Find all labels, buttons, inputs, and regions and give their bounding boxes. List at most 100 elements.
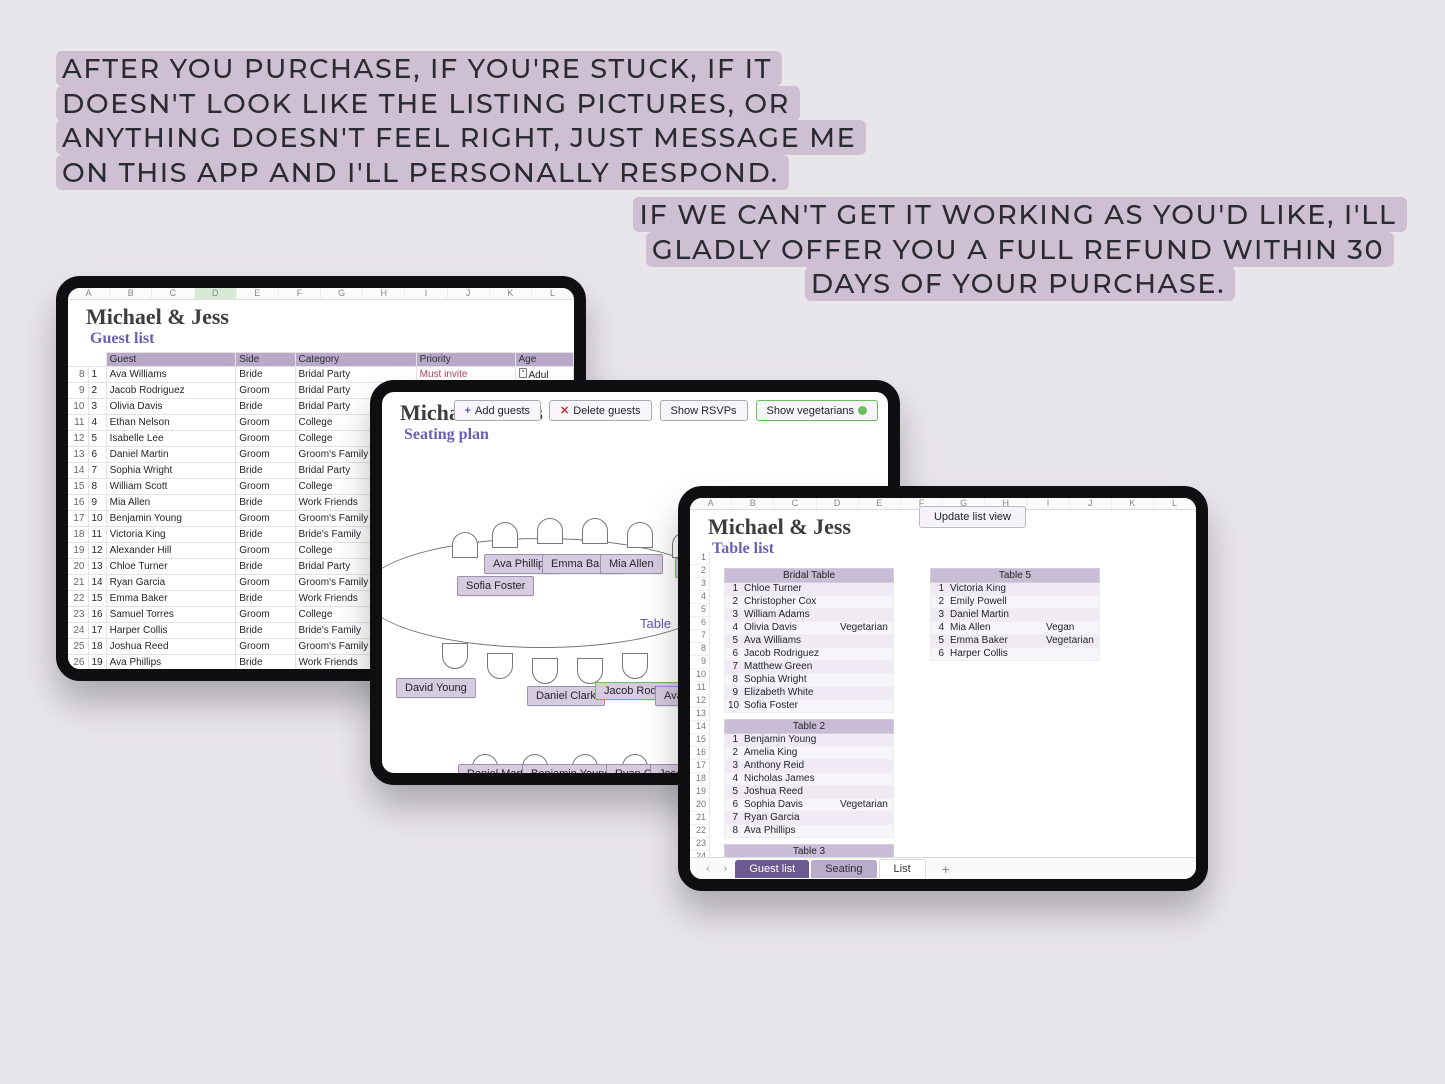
tab-list[interactable]: List	[879, 859, 926, 878]
chair-icon[interactable]	[492, 522, 518, 548]
seat-name[interactable]: Elizabeth White	[741, 687, 837, 700]
table-row[interactable]: 6Jacob Rodriguez	[724, 648, 894, 661]
table-row[interactable]: 6Sophia DavisVegetarian	[724, 799, 894, 812]
guest-side[interactable]: Bride	[236, 591, 295, 607]
seat-name[interactable]: Emily Powell	[947, 596, 1043, 609]
chair-icon[interactable]	[622, 653, 648, 679]
guest-side[interactable]: Groom	[236, 383, 295, 399]
seat-name[interactable]: Amelia King	[741, 747, 837, 760]
guest-side[interactable]: Groom	[236, 607, 295, 623]
tab-guest-list[interactable]: Guest list	[735, 860, 809, 878]
seat-name[interactable]: Daniel Martin	[947, 609, 1043, 622]
guest-side[interactable]: Bride	[236, 367, 295, 383]
seat-diet[interactable]	[837, 661, 893, 674]
guest-name[interactable]: Chloe Turner	[106, 559, 236, 575]
guest-side[interactable]: Bride	[236, 463, 295, 479]
seat-name[interactable]: Ryan Garcia	[741, 812, 837, 825]
table-row[interactable]: 10Sofia Foster	[724, 700, 894, 713]
table-row[interactable]: 8Ava Phillips	[724, 825, 894, 838]
guest-name[interactable]: Ava Williams	[106, 367, 236, 383]
seat-name[interactable]: William Adams	[741, 609, 837, 622]
seat-diet[interactable]	[837, 885, 893, 891]
guest-name[interactable]: Daniel Martin	[106, 447, 236, 463]
seat-name[interactable]: Sophia Wright	[741, 674, 837, 687]
guest-name[interactable]: Joshua Reed	[106, 639, 236, 655]
table-row[interactable]: 7Matthew Green	[724, 661, 894, 674]
guest-name[interactable]: Benjamin Young	[106, 511, 236, 527]
guest-name[interactable]: Olivia Davis	[106, 399, 236, 415]
table-list-sheet[interactable]: Bridal Table1Chloe Turner2Christopher Co…	[690, 562, 1196, 891]
table-row[interactable]: 7Ryan Garcia	[724, 812, 894, 825]
seat-diet[interactable]	[837, 747, 893, 760]
seat-diet[interactable]: Vegetarian	[837, 622, 893, 635]
guest-name[interactable]: Emma Baker	[106, 591, 236, 607]
table-row[interactable]: 5Emma BakerVegetarian	[930, 635, 1100, 648]
guest-chip[interactable]: Sofia Foster	[457, 576, 534, 596]
guest-name[interactable]: William Scott	[106, 479, 236, 495]
seat-diet[interactable]: Vegan	[1043, 622, 1099, 635]
guest-name[interactable]: Isabelle Lee	[106, 431, 236, 447]
table-row[interactable]: 3Daniel Martin	[930, 609, 1100, 622]
guest-name[interactable]: Sophia Wright	[106, 463, 236, 479]
chair-icon[interactable]	[577, 658, 603, 684]
seat-name[interactable]: Sofia Foster	[741, 700, 837, 713]
chair-icon[interactable]	[532, 658, 558, 684]
guest-side[interactable]: Bride	[236, 527, 295, 543]
table-row[interactable]: 1Victoria King	[930, 583, 1100, 596]
table-row[interactable]: 2Amelia King	[724, 747, 894, 760]
seat-name[interactable]: Victoria King	[947, 583, 1043, 596]
guest-side[interactable]: Bride	[236, 623, 295, 639]
tab-next-icon[interactable]: ›	[718, 863, 734, 875]
guest-side[interactable]: Groom	[236, 543, 295, 559]
seat-name[interactable]: Harper Collis	[947, 648, 1043, 661]
seat-diet[interactable]	[1043, 583, 1099, 596]
table-row[interactable]: 1Benjamin Young	[724, 734, 894, 747]
seat-name[interactable]: Olivia Davis	[741, 622, 837, 635]
seat-name[interactable]: Matthew Green	[741, 661, 837, 674]
guest-name[interactable]: Mia Allen	[106, 495, 236, 511]
guest-name[interactable]: Victoria King	[106, 527, 236, 543]
seat-diet[interactable]	[837, 700, 893, 713]
seat-diet[interactable]	[837, 687, 893, 700]
table-row[interactable]: 1Chloe Turner	[724, 583, 894, 596]
guest-chip[interactable]: Mia Allen	[600, 554, 663, 574]
update-list-view-button[interactable]: Update list view	[919, 506, 1026, 528]
guest-side[interactable]: Groom	[236, 479, 295, 495]
seat-name[interactable]: Joshua Reed	[741, 786, 837, 799]
guest-side[interactable]: Bride	[236, 655, 295, 671]
guest-chip[interactable]: Benjamin Young	[522, 764, 620, 784]
table-row[interactable]: 3William Adams	[724, 609, 894, 622]
seat-name[interactable]: Benjamin Young	[741, 734, 837, 747]
guest-side[interactable]: Bride	[236, 399, 295, 415]
seat-diet[interactable]: Vegetarian	[1043, 635, 1099, 648]
guest-side[interactable]: Bride	[236, 559, 295, 575]
chair-icon[interactable]	[582, 518, 608, 544]
guest-side[interactable]: Groom	[236, 415, 295, 431]
table-row[interactable]: 5Joshua Reed	[724, 786, 894, 799]
seat-diet[interactable]	[837, 674, 893, 687]
guest-name[interactable]: Ava Phillips	[106, 655, 236, 671]
tab-seating[interactable]: Seating	[811, 860, 876, 878]
seat-name[interactable]: Mia Allen	[947, 622, 1043, 635]
table-row[interactable]: 2Emily Powell	[930, 596, 1100, 609]
chair-icon[interactable]	[442, 643, 468, 669]
seat-diet[interactable]	[837, 812, 893, 825]
table-row[interactable]: 4Nicholas James	[724, 773, 894, 786]
guest-name[interactable]: Michael Ward	[106, 671, 236, 682]
guest-side[interactable]: Groom	[236, 447, 295, 463]
seat-name[interactable]: Jacob Rodriguez	[741, 648, 837, 661]
seat-diet[interactable]	[837, 635, 893, 648]
tab-prev-icon[interactable]: ‹	[700, 863, 716, 875]
seat-diet[interactable]	[1043, 609, 1099, 622]
seat-diet[interactable]	[837, 760, 893, 773]
seat-name[interactable]: Sophia Davis	[741, 799, 837, 812]
guest-name[interactable]: Jacob Rodriguez	[106, 383, 236, 399]
col-header[interactable]: Age	[515, 353, 573, 367]
seat-diet[interactable]	[837, 786, 893, 799]
table-row[interactable]: 4Mia AllenVegan	[930, 622, 1100, 635]
seat-name[interactable]: Daniel Clarke	[741, 885, 837, 891]
chair-icon[interactable]	[452, 532, 478, 558]
seat-diet[interactable]	[837, 609, 893, 622]
seat-diet[interactable]	[837, 773, 893, 786]
seat-diet[interactable]	[837, 648, 893, 661]
